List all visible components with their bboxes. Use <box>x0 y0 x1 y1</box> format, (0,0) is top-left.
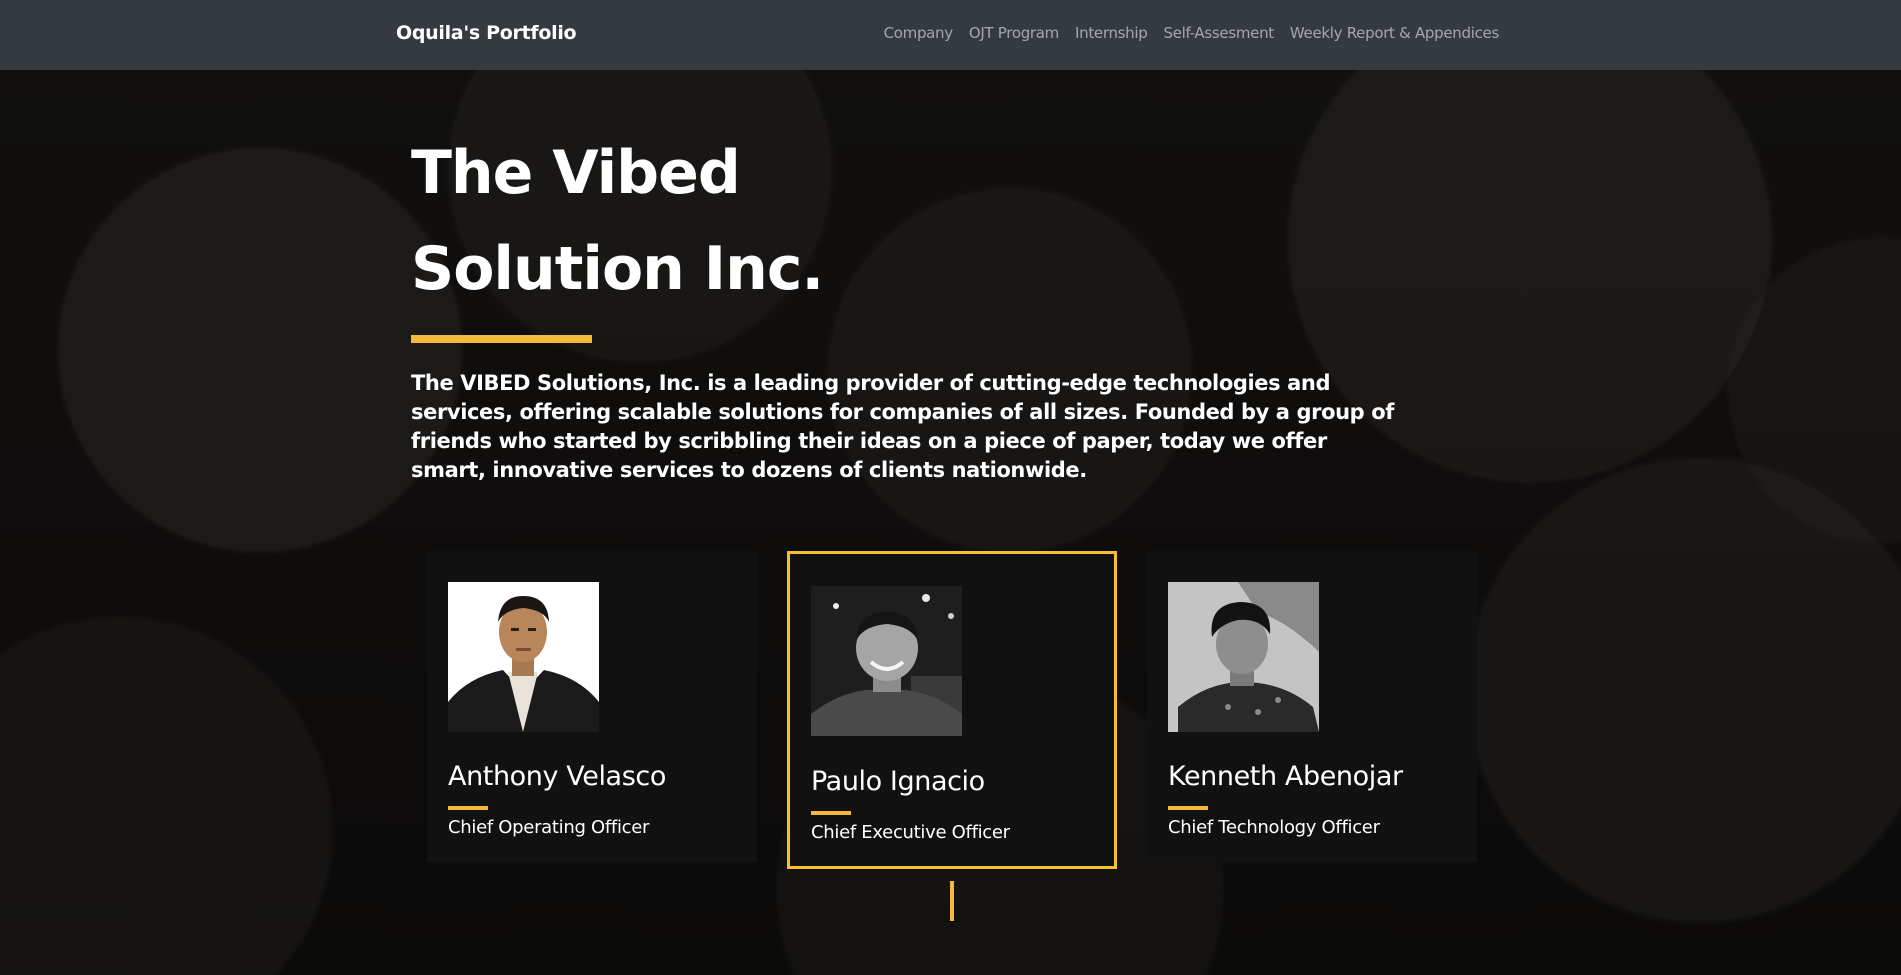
nav-link-self-assesment[interactable]: Self-Assesment <box>1163 24 1274 42</box>
team-member-name: Paulo Ignacio <box>811 766 985 797</box>
nav-link-internship[interactable]: Internship <box>1075 24 1148 42</box>
name-underline <box>811 811 851 815</box>
hero-title-line-1: The Vibed <box>411 138 741 208</box>
navbar: Oquila's Portfolio Company OJT Program I… <box>0 0 1901 70</box>
person-photo-icon <box>448 582 599 732</box>
team-member-role: Chief Technology Officer <box>1168 817 1380 838</box>
brand-link[interactable]: Oquila's Portfolio <box>396 22 577 44</box>
person-photo-icon <box>811 586 962 736</box>
name-underline <box>448 806 488 810</box>
nav-link-company[interactable]: Company <box>884 24 954 42</box>
avatar-paulo <box>811 586 962 736</box>
hero-title-line-2: Solution Inc. <box>411 234 824 304</box>
team-card-kenneth[interactable]: Kenneth Abenojar Chief Technology Office… <box>1147 551 1477 862</box>
team-member-role: Chief Operating Officer <box>448 817 650 838</box>
nav-links: Company OJT Program Internship Self-Asse… <box>884 24 1500 42</box>
hero-title: The Vibed Solution Inc. <box>411 125 1401 317</box>
hero-section: The Vibed Solution Inc. The VIBED Soluti… <box>411 125 1401 485</box>
person-photo-icon <box>1168 582 1319 732</box>
hero-description: The VIBED Solutions, Inc. is a leading p… <box>411 371 1394 482</box>
team-card-paulo[interactable]: Paulo Ignacio Chief Executive Officer <box>787 551 1117 869</box>
team-member-name: Kenneth Abenojar <box>1168 761 1403 792</box>
name-underline <box>1168 806 1208 810</box>
avatar-anthony <box>448 582 599 732</box>
team-member-name: Anthony Velasco <box>448 761 666 792</box>
avatar-kenneth <box>1168 582 1319 732</box>
nav-link-weekly-report[interactable]: Weekly Report & Appendices <box>1290 24 1499 42</box>
team-member-role: Chief Executive Officer <box>811 822 1010 843</box>
team-card-anthony[interactable]: Anthony Velasco Chief Operating Officer <box>427 551 757 862</box>
hero-underline <box>411 335 592 343</box>
nav-link-ojt-program[interactable]: OJT Program <box>969 24 1059 42</box>
connector-line <box>950 881 954 921</box>
